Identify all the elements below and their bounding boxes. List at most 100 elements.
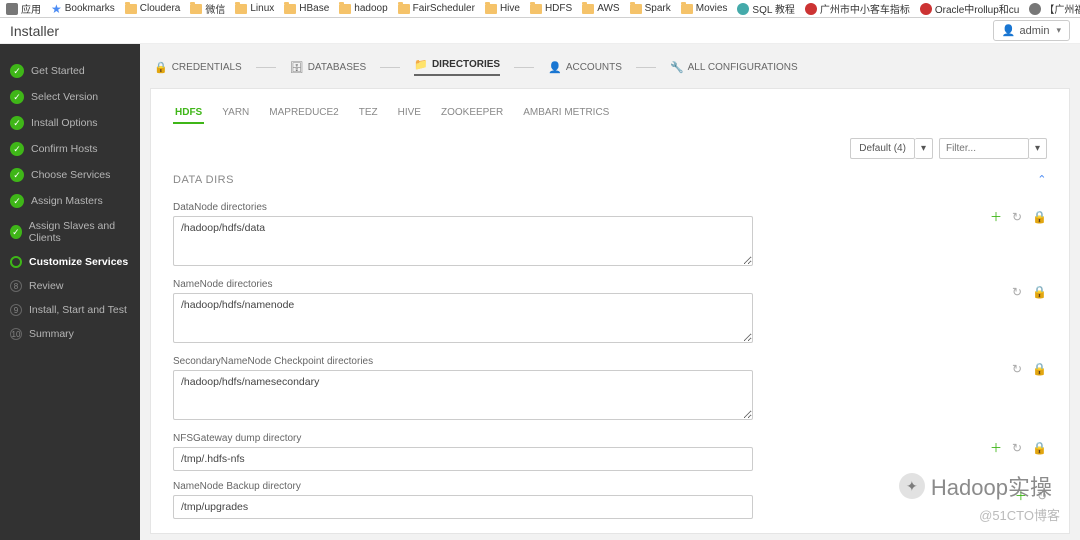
user-menu[interactable]: 👤 admin — [993, 20, 1070, 41]
bookmark-item[interactable]: 微信 — [190, 1, 225, 16]
lock-icon[interactable]: 🔒 — [1032, 362, 1047, 376]
field-label: NameNode directories — [173, 279, 996, 290]
bookmark-item[interactable]: hadoop — [339, 3, 387, 14]
site-icon — [737, 3, 749, 15]
field-input[interactable] — [173, 370, 753, 420]
refresh-icon[interactable]: ↻ — [1037, 489, 1047, 503]
wizard-step-choose-services[interactable]: ✓Choose Services — [0, 162, 140, 188]
panel-toolbar: Default (4) ▾ ▾ — [173, 138, 1047, 159]
wizard-step-assign-masters[interactable]: ✓Assign Masters — [0, 188, 140, 214]
wizard-step-confirm-hosts[interactable]: ✓Confirm Hosts — [0, 136, 140, 162]
lock-icon[interactable]: 🔒 — [1032, 441, 1047, 455]
tab-databases[interactable]: 🗄DATABASES — [290, 61, 367, 74]
wizard-step-assign-slaves-and-clients[interactable]: ✓Assign Slaves and Clients — [0, 214, 140, 250]
bookmark-item[interactable]: 广州市中小客车指标 — [805, 1, 910, 16]
folder-icon: 📁 — [414, 58, 428, 71]
config-field: DataNode directories＋↻🔒 — [173, 202, 1047, 269]
site-icon — [1029, 3, 1041, 15]
service-tab-tez[interactable]: TEZ — [357, 103, 380, 124]
config-field: NFSGateway dump directory ＋ ↻ 🔒 — [173, 433, 1047, 471]
bookmark-item[interactable]: Cloudera — [125, 3, 181, 14]
plus-icon[interactable]: ＋ — [990, 439, 1002, 456]
plus-icon[interactable]: ＋ — [990, 208, 1002, 225]
field-controls: ↻🔒 — [1012, 356, 1047, 376]
service-tab-ambari metrics[interactable]: AMBARI METRICS — [521, 103, 611, 124]
tab-directories[interactable]: 📁DIRECTORIES — [414, 58, 500, 76]
bookmark-item[interactable]: SQL 教程 — [737, 1, 794, 16]
wizard-step-summary[interactable]: 10Summary — [0, 322, 140, 346]
bookmark-item[interactable]: FairScheduler — [398, 3, 475, 14]
tab-all-configurations[interactable]: 🔧ALL CONFIGURATIONS — [670, 61, 798, 74]
field-label: NameNode Backup directory — [173, 481, 999, 492]
wizard-step-review[interactable]: 8Review — [0, 274, 140, 298]
folder-icon — [235, 4, 247, 14]
service-tab-hive[interactable]: HIVE — [396, 103, 423, 124]
bookmarks-folder[interactable]: ★Bookmarks — [51, 2, 115, 16]
field-input[interactable] — [173, 293, 753, 343]
field-input[interactable] — [173, 495, 753, 519]
main-content: 🔒CREDENTIALS 🗄DATABASES 📁DIRECTORIES 👤AC… — [140, 44, 1080, 540]
bookmark-item[interactable]: Linux — [235, 3, 274, 14]
refresh-icon[interactable]: ↻ — [1012, 285, 1022, 299]
bookmark-item[interactable]: AWS — [582, 3, 619, 14]
lock-icon: 🔒 — [154, 61, 168, 74]
star-icon: ★ — [51, 2, 62, 16]
collapse-icon[interactable]: ⌃ — [1037, 173, 1047, 186]
bookmark-item[interactable]: Hive — [485, 3, 520, 14]
wizard-step-install-options[interactable]: ✓Install Options — [0, 110, 140, 136]
bookmark-item[interactable]: HBase — [284, 3, 329, 14]
bookmark-item[interactable]: 【广州福号车通网站 — [1029, 1, 1080, 16]
user-icon: 👤 — [548, 61, 562, 74]
step-number — [10, 256, 22, 268]
bookmark-item[interactable]: Oracle中rollup和cu — [920, 1, 1019, 16]
lock-icon[interactable]: 🔒 — [1032, 210, 1047, 224]
site-icon — [920, 3, 932, 15]
tab-accounts[interactable]: 👤ACCOUNTS — [548, 61, 622, 74]
installer-header: Installer 👤 admin — [0, 18, 1080, 44]
service-tab-yarn[interactable]: YARN — [220, 103, 251, 124]
default-version-button[interactable]: Default (4) — [850, 138, 915, 159]
tab-credentials[interactable]: 🔒CREDENTIALS — [154, 61, 242, 74]
field-controls: ↻🔒 — [1012, 279, 1047, 299]
section-title: DATA DIRS — [173, 174, 234, 186]
bookmark-item[interactable]: Spark — [630, 3, 671, 14]
folder-icon — [125, 4, 137, 14]
plus-icon[interactable]: ＋ — [1015, 487, 1027, 504]
folder-icon — [284, 4, 296, 14]
folder-icon — [190, 4, 202, 14]
field-label: NFSGateway dump directory — [173, 433, 974, 444]
filter-input[interactable] — [939, 138, 1029, 159]
refresh-icon[interactable]: ↻ — [1012, 441, 1022, 455]
folder-icon — [530, 4, 542, 14]
refresh-icon[interactable]: ↻ — [1012, 362, 1022, 376]
wizard-sidebar: ✓Get Started✓Select Version✓Install Opti… — [0, 44, 140, 540]
default-version-caret[interactable]: ▾ — [915, 138, 933, 159]
step-number: 8 — [10, 280, 22, 292]
page-title: Installer — [10, 23, 59, 39]
service-tab-zookeeper[interactable]: ZOOKEEPER — [439, 103, 505, 124]
field-input[interactable] — [173, 216, 753, 266]
service-tab-hdfs[interactable]: HDFS — [173, 103, 204, 124]
bookmark-item[interactable]: Movies — [681, 3, 728, 14]
apps-button[interactable]: 应用 — [6, 1, 41, 16]
wizard-step-install-start-and-test[interactable]: 9Install, Start and Test — [0, 298, 140, 322]
filter-caret[interactable]: ▾ — [1029, 138, 1047, 159]
service-tabs: HDFS YARN MAPREDUCE2 TEZ HIVE ZOOKEEPER AMBARI… — [173, 103, 1047, 124]
lock-icon[interactable]: 🔒 — [1032, 285, 1047, 299]
field-input[interactable] — [173, 447, 753, 471]
site-icon — [805, 3, 817, 15]
bookmark-item[interactable]: HDFS — [530, 3, 572, 14]
field-controls: ＋ ↻ 🔒 — [990, 202, 1047, 225]
config-field: NameNode directories↻🔒 — [173, 279, 1047, 346]
database-icon: 🗄 — [290, 61, 304, 74]
service-tab-mapreduce2[interactable]: MAPREDUCE2 — [267, 103, 340, 124]
refresh-icon[interactable]: ↻ — [1012, 210, 1022, 224]
check-icon: ✓ — [10, 225, 22, 239]
bookmarks-bar: 应用 ★Bookmarks Cloudera 微信 Linux HBase ha… — [0, 0, 1080, 18]
wizard-step-customize-services[interactable]: Customize Services — [0, 250, 140, 274]
config-panel: HDFS YARN MAPREDUCE2 TEZ HIVE ZOOKEEPER AMBARI… — [150, 88, 1070, 534]
wizard-step-get-started[interactable]: ✓Get Started — [0, 58, 140, 84]
check-icon: ✓ — [10, 116, 24, 130]
folder-icon — [630, 4, 642, 14]
wizard-step-select-version[interactable]: ✓Select Version — [0, 84, 140, 110]
